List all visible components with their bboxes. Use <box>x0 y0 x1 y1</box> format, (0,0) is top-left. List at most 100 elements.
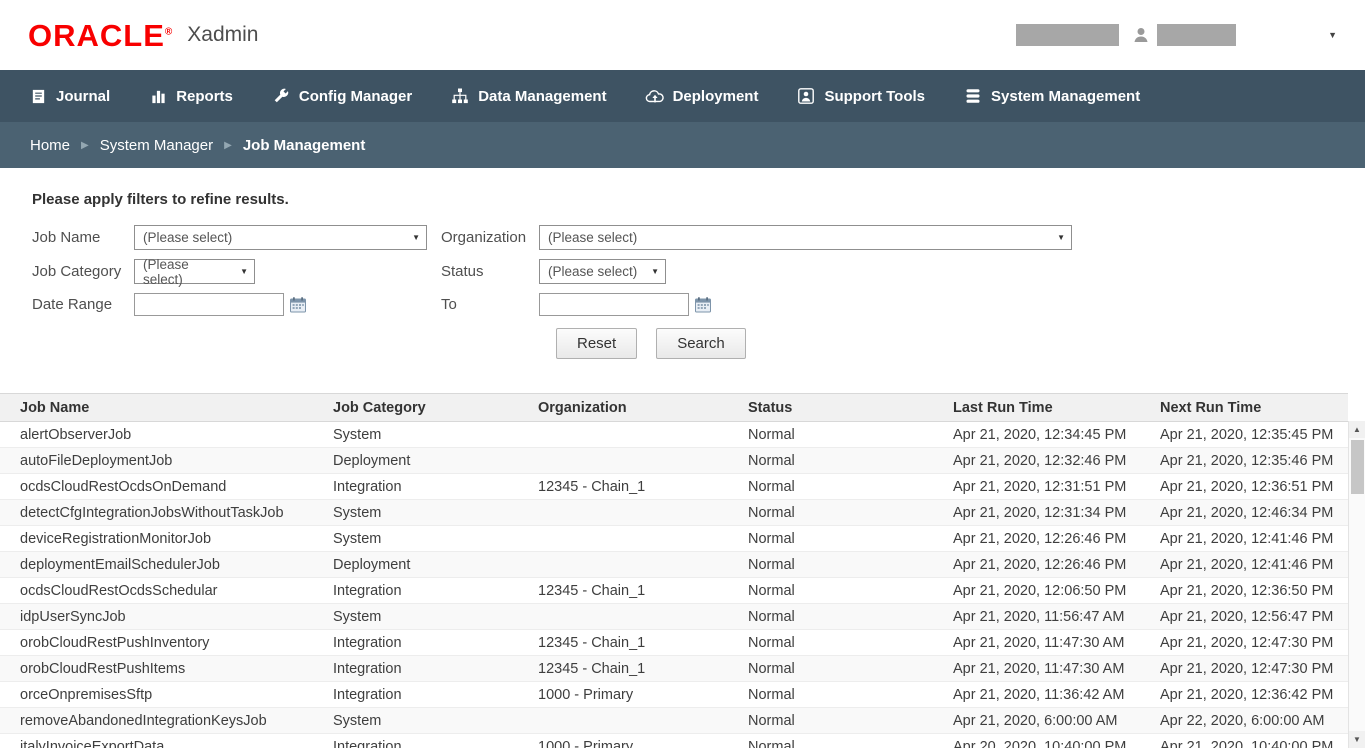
table-cell: autoFileDeploymentJob <box>0 448 313 474</box>
main-nav: Journal Reports Config Manager Data Mana… <box>0 70 1365 122</box>
table-cell: orobCloudRestPushItems <box>0 656 313 682</box>
table-cell: Normal <box>728 604 933 630</box>
filter-row-1: Job Name (Please select) ▼ Organization … <box>32 225 1333 250</box>
table-row[interactable]: italyInvoiceExportDataIntegration1000 - … <box>0 734 1348 748</box>
status-select-value: (Please select) <box>548 264 637 279</box>
table-row[interactable]: deviceRegistrationMonitorJobSystemNormal… <box>0 526 1348 552</box>
table-cell: Normal <box>728 682 933 708</box>
column-header-next-run-time[interactable]: Next Run Time <box>1140 394 1348 422</box>
column-header-status[interactable]: Status <box>728 394 933 422</box>
table-row[interactable]: idpUserSyncJobSystemNormalApr 21, 2020, … <box>0 604 1348 630</box>
table-cell: Apr 21, 2020, 12:31:51 PM <box>933 474 1140 500</box>
job-category-select[interactable]: (Please select) ▼ <box>134 259 255 284</box>
reports-icon <box>148 87 168 105</box>
registered-mark: ® <box>165 26 173 37</box>
table-cell: Apr 21, 2020, 11:47:30 AM <box>933 630 1140 656</box>
table-row[interactable]: orobCloudRestPushInventoryIntegration123… <box>0 630 1348 656</box>
job-name-select[interactable]: (Please select) ▼ <box>134 225 427 250</box>
table-cell <box>518 708 728 734</box>
nav-item-reports[interactable]: Reports <box>148 87 233 105</box>
breadcrumb: Home ▶ System Manager ▶ Job Management <box>0 122 1365 168</box>
nav-label: Config Manager <box>299 88 412 105</box>
reset-button[interactable]: Reset <box>556 328 637 359</box>
nav-label: Data Management <box>478 88 606 105</box>
table-row[interactable]: ocdsCloudRestOcdsOnDemandIntegration1234… <box>0 474 1348 500</box>
calendar-icon[interactable] <box>289 296 307 314</box>
table-cell: Apr 21, 2020, 12:36:42 PM <box>1140 682 1348 708</box>
scroll-down-icon[interactable]: ▼ <box>1349 731 1365 748</box>
table-cell: Apr 21, 2020, 12:34:45 PM <box>933 422 1140 448</box>
filter-row-2: Job Category (Please select) ▼ Status (P… <box>32 259 1333 284</box>
table-cell: Normal <box>728 448 933 474</box>
masked-user-info <box>1016 24 1119 46</box>
table-cell <box>518 448 728 474</box>
date-range-label: Date Range <box>32 296 134 313</box>
organization-select-value: (Please select) <box>548 230 637 245</box>
nav-label: Reports <box>176 88 233 105</box>
table-cell: Apr 21, 2020, 10:40:00 PM <box>1140 734 1348 748</box>
table-cell: Apr 21, 2020, 12:47:30 PM <box>1140 630 1348 656</box>
calendar-icon[interactable] <box>694 296 712 314</box>
job-category-select-value: (Please select) <box>143 257 232 287</box>
table-cell: Normal <box>728 500 933 526</box>
table-cell: Apr 21, 2020, 12:46:34 PM <box>1140 500 1348 526</box>
nav-item-support-tools[interactable]: Support Tools <box>796 87 925 105</box>
table-cell: Apr 21, 2020, 12:41:46 PM <box>1140 552 1348 578</box>
table-cell: italyInvoiceExportData <box>0 734 313 748</box>
table-cell: Apr 21, 2020, 11:47:30 AM <box>933 656 1140 682</box>
table-cell: ocdsCloudRestOcdsSchedular <box>0 578 313 604</box>
status-select[interactable]: (Please select) ▼ <box>539 259 666 284</box>
table-row[interactable]: deploymentEmailSchedulerJobDeploymentNor… <box>0 552 1348 578</box>
chevron-down-icon: ▼ <box>412 233 420 242</box>
table-cell: 1000 - Primary <box>518 682 728 708</box>
scroll-thumb[interactable] <box>1351 440 1364 494</box>
table-cell: Apr 21, 2020, 12:41:46 PM <box>1140 526 1348 552</box>
job-name-label: Job Name <box>32 229 134 246</box>
nav-item-config-manager[interactable]: Config Manager <box>271 87 412 105</box>
search-button[interactable]: Search <box>656 328 746 359</box>
table-row[interactable]: ocdsCloudRestOcdsSchedularIntegration123… <box>0 578 1348 604</box>
table-cell: Apr 21, 2020, 12:31:34 PM <box>933 500 1140 526</box>
table-cell: deploymentEmailSchedulerJob <box>0 552 313 578</box>
table-cell: System <box>313 526 518 552</box>
nav-item-data-management[interactable]: Data Management <box>450 87 606 105</box>
breadcrumb-home[interactable]: Home <box>30 137 70 154</box>
table-row[interactable]: detectCfgIntegrationJobsWithoutTaskJobSy… <box>0 500 1348 526</box>
column-header-job-name[interactable]: Job Name <box>0 394 313 422</box>
column-header-last-run-time[interactable]: Last Run Time <box>933 394 1140 422</box>
nav-item-deployment[interactable]: Deployment <box>645 87 759 105</box>
nav-item-system-management[interactable]: System Management <box>963 87 1140 105</box>
organization-select[interactable]: (Please select) ▼ <box>539 225 1072 250</box>
table-cell: Apr 21, 2020, 12:36:50 PM <box>1140 578 1348 604</box>
job-category-label: Job Category <box>32 263 134 280</box>
table-cell: detectCfgIntegrationJobsWithoutTaskJob <box>0 500 313 526</box>
nav-item-journal[interactable]: Journal <box>28 87 110 105</box>
table-row[interactable]: autoFileDeploymentJobDeploymentNormalApr… <box>0 448 1348 474</box>
nav-label: Deployment <box>673 88 759 105</box>
nav-label: Support Tools <box>824 88 925 105</box>
table-cell: 12345 - Chain_1 <box>518 656 728 682</box>
job-name-select-value: (Please select) <box>143 230 232 245</box>
nav-label: Journal <box>56 88 110 105</box>
breadcrumb-system-manager[interactable]: System Manager <box>100 137 213 154</box>
chevron-down-icon: ▼ <box>651 267 659 276</box>
breadcrumb-separator-icon: ▶ <box>224 140 232 151</box>
date-range-input[interactable] <box>134 293 284 316</box>
table-vertical-scrollbar[interactable]: ▲ ▼ <box>1348 421 1365 748</box>
table-cell <box>518 500 728 526</box>
table-row[interactable]: alertObserverJobSystemNormalApr 21, 2020… <box>0 422 1348 448</box>
organization-label: Organization <box>441 229 539 246</box>
oracle-logo-text: ORACLE <box>28 18 165 53</box>
journal-icon <box>28 87 48 105</box>
table-row[interactable]: removeAbandonedIntegrationKeysJobSystemN… <box>0 708 1348 734</box>
column-header-job-category[interactable]: Job Category <box>313 394 518 422</box>
scroll-up-icon[interactable]: ▲ <box>1349 421 1365 438</box>
table-row[interactable]: orceOnpremisesSftpIntegration1000 - Prim… <box>0 682 1348 708</box>
to-date-input[interactable] <box>539 293 689 316</box>
user-menu-caret-icon[interactable]: ▼ <box>1328 30 1337 40</box>
table-header-row: Job Name Job Category Organization Statu… <box>0 394 1348 422</box>
column-header-organization[interactable]: Organization <box>518 394 728 422</box>
support-person-icon <box>796 87 816 105</box>
table-cell: 1000 - Primary <box>518 734 728 748</box>
table-row[interactable]: orobCloudRestPushItemsIntegration12345 -… <box>0 656 1348 682</box>
